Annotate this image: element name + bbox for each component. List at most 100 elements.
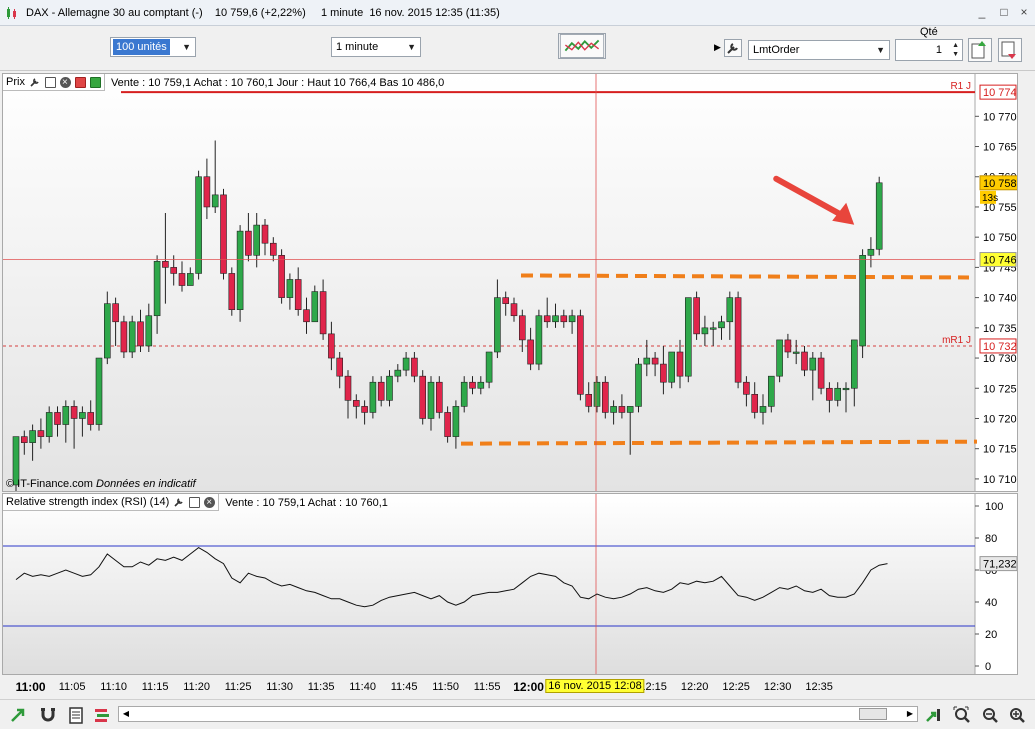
stepper-up-icon[interactable]: ▲ [952, 42, 959, 50]
wrench-icon[interactable] [173, 496, 185, 508]
cursor-arrow-icon[interactable] [8, 705, 28, 725]
candle-body [792, 351, 800, 354]
watermark-note: Données en indicatif [96, 478, 196, 490]
r1-value: 10 774 [983, 87, 1017, 99]
candle-body [502, 297, 510, 304]
time-label: 11:20 [183, 681, 210, 693]
rsi-chart[interactable]: 100806040200 71,232 [3, 494, 1017, 674]
candle-body [577, 315, 584, 395]
time-label: 11:15 [141, 681, 169, 693]
candle-body [676, 351, 684, 377]
magnet-icon[interactable] [38, 705, 58, 725]
candle-body [709, 327, 717, 330]
sell-order-icon[interactable] [998, 38, 1022, 62]
candle-body [693, 297, 700, 335]
rsi-panel[interactable]: 100806040200 71,232 Relative strength in… [2, 493, 1018, 675]
candle-body [120, 321, 128, 353]
candle-body [518, 315, 526, 341]
zoom-fit-icon[interactable] [952, 705, 972, 725]
candle-body [494, 297, 501, 353]
candle-body [643, 357, 651, 365]
price-chart[interactable]: 10 77010 76510 76010 75510 75010 74510 7… [3, 74, 1017, 491]
price-tick-label: 10 750 [983, 232, 1017, 244]
trading-chart-icon[interactable] [558, 33, 606, 59]
time-label: 11:30 [266, 681, 293, 693]
move-up-icon[interactable] [89, 76, 101, 88]
units-dropdown[interactable]: 100 unités ▼ [110, 37, 196, 57]
candle-body [452, 406, 460, 437]
time-scrollbar[interactable]: ◀ ▶ [118, 706, 918, 722]
countdown: 13s [982, 193, 998, 204]
candle-body [444, 412, 451, 437]
quantity-stepper[interactable]: 1 ▲ ▼ [895, 39, 963, 61]
candle-body [112, 303, 119, 323]
candle-body [867, 248, 875, 256]
rsi-panel-name: Relative strength index (RSI) (14) [6, 496, 170, 508]
stepper-down-icon[interactable]: ▼ [952, 51, 959, 59]
candle-body [319, 291, 327, 335]
candle-body [651, 357, 659, 365]
zoom-out-icon[interactable] [980, 705, 1000, 725]
candle-body [104, 303, 111, 359]
price-tick-label: 10 725 [983, 383, 1017, 395]
candle-body [369, 381, 377, 413]
layers-icon[interactable] [92, 705, 112, 725]
candle-body [54, 412, 61, 425]
candle-body [809, 357, 817, 371]
candle-body [759, 406, 767, 413]
close-icon[interactable] [204, 495, 216, 511]
time-label: 12:20 [680, 681, 709, 693]
cursor-date: 16 nov. 2015 12:08 [545, 679, 645, 693]
candle-body [701, 327, 709, 335]
candle-body [510, 303, 518, 317]
candle-body [137, 321, 144, 347]
timeframe-selected: 1 minute [336, 41, 379, 53]
candle-body [62, 406, 70, 425]
window-icon[interactable] [44, 76, 56, 88]
candle-body [29, 430, 36, 443]
auto-scroll-icon[interactable] [924, 705, 944, 725]
r1-label: R1 J [950, 81, 971, 92]
close-icon[interactable] [59, 75, 71, 91]
candle-body [220, 194, 227, 274]
candle-body [253, 224, 260, 256]
price-panel-name: Prix [6, 76, 25, 88]
time-label: 11:45 [390, 681, 418, 693]
candle-body [875, 182, 883, 250]
candle-body [37, 430, 45, 437]
candle-body [261, 224, 269, 244]
timeframe-dropdown[interactable]: 1 minute ▼ [331, 37, 421, 57]
panel-toggle-icon[interactable]: ▶ [714, 42, 721, 53]
units-selected: 100 unités [113, 39, 170, 55]
price-tick-label: 10 735 [983, 323, 1017, 335]
quantity-value: 1 [935, 44, 942, 56]
window-icon[interactable] [189, 496, 201, 508]
calculator-icon[interactable] [66, 705, 86, 725]
move-down-icon[interactable] [74, 76, 86, 88]
scrollbar-thumb[interactable] [859, 708, 887, 720]
close-window-button[interactable]: × [1016, 5, 1032, 19]
time-label: 11:40 [349, 681, 376, 693]
order-type-dropdown[interactable]: LmtOrder ▼ [748, 40, 890, 60]
time-label: 11:35 [307, 681, 335, 693]
scroll-left-icon[interactable]: ◀ [119, 707, 133, 721]
price-chart-panel[interactable]: 10 77010 76510 76010 75510 75010 74510 7… [2, 73, 1018, 492]
candle-body [726, 297, 734, 323]
candle-body [352, 400, 360, 407]
candle-body [469, 381, 476, 389]
candle-body [170, 267, 177, 274]
maximize-button[interactable]: □ [996, 5, 1012, 19]
candle-body [618, 406, 626, 413]
rsi-panel-tab[interactable]: Relative strength index (RSI) (14) [3, 494, 220, 511]
time-label: 12:25 [722, 681, 750, 693]
wrench-icon[interactable] [724, 39, 742, 57]
scroll-right-icon[interactable]: ▶ [903, 707, 917, 721]
buy-order-icon[interactable] [968, 38, 992, 62]
price-panel-tab[interactable]: Prix [3, 74, 105, 91]
zoom-in-icon[interactable] [1007, 705, 1027, 725]
candle-body [801, 351, 808, 371]
candle-body [850, 339, 858, 389]
wrench-icon[interactable] [29, 76, 41, 88]
minimize-button[interactable]: _ [974, 5, 990, 19]
candle-body [626, 406, 634, 413]
